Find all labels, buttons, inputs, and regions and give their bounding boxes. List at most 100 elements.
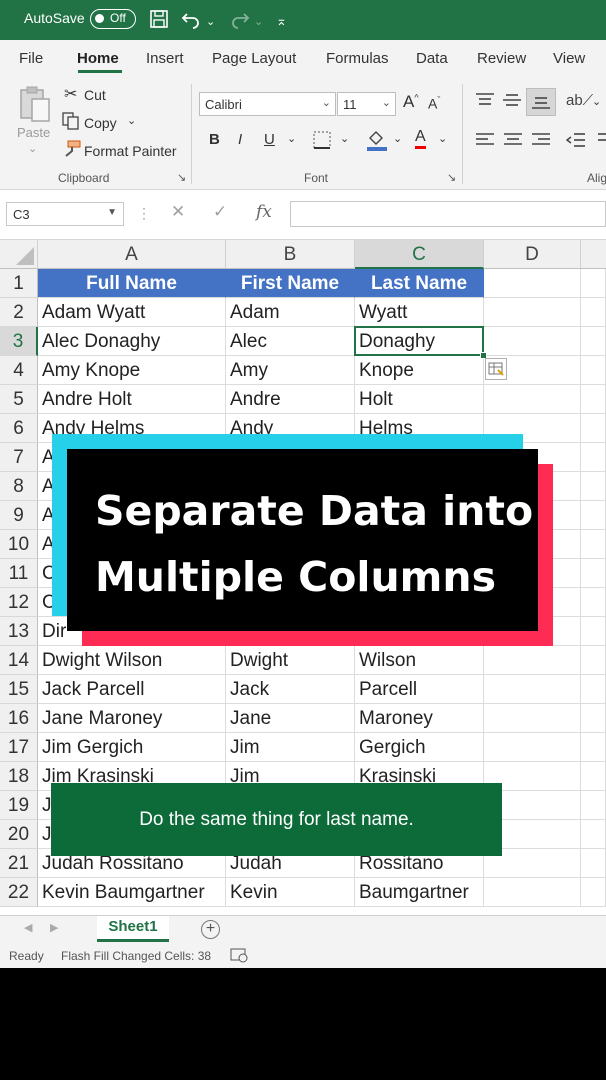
- header-cell[interactable]: Last Name: [355, 269, 484, 298]
- table-cell[interactable]: [581, 559, 606, 588]
- table-cell[interactable]: Alec Donaghy: [38, 327, 226, 356]
- table-cell[interactable]: [581, 849, 606, 878]
- increase-indent-icon[interactable]: [594, 132, 606, 151]
- borders-dropdown-icon[interactable]: ⌄: [340, 132, 349, 145]
- tab-insert[interactable]: Insert: [146, 50, 184, 67]
- font-size-combo[interactable]: 11 ⌄: [337, 92, 396, 116]
- row-header[interactable]: 1: [0, 269, 38, 298]
- cut-icon[interactable]: ✂: [64, 84, 77, 104]
- customize-toolbar-icon[interactable]: ⌅: [276, 11, 287, 31]
- table-cell[interactable]: Andre Holt: [38, 385, 226, 414]
- table-cell[interactable]: [581, 472, 606, 501]
- select-all-corner[interactable]: [0, 240, 38, 269]
- table-cell[interactable]: Jack Parcell: [38, 675, 226, 704]
- row-header[interactable]: 13: [0, 617, 38, 646]
- table-cell[interactable]: Kevin Baumgartner: [38, 878, 226, 907]
- decrease-font-icon[interactable]: Aˇ: [428, 95, 440, 112]
- table-cell[interactable]: Knope: [355, 356, 484, 385]
- paste-label[interactable]: Paste: [17, 125, 50, 140]
- add-sheet-icon[interactable]: +: [201, 920, 220, 939]
- table-cell[interactable]: [581, 820, 606, 849]
- table-cell[interactable]: [581, 733, 606, 762]
- format-painter-label[interactable]: Format Painter: [84, 143, 177, 159]
- align-center-icon[interactable]: [503, 132, 523, 151]
- table-cell[interactable]: Amy: [226, 356, 355, 385]
- align-top-icon[interactable]: [475, 92, 495, 111]
- row-header[interactable]: 18: [0, 762, 38, 791]
- table-cell[interactable]: Dwight Wilson: [38, 646, 226, 675]
- align-bottom-icon[interactable]: [526, 88, 556, 116]
- column-header-a[interactable]: A: [38, 240, 226, 269]
- row-header[interactable]: 15: [0, 675, 38, 704]
- table-cell[interactable]: [484, 327, 581, 356]
- table-cell[interactable]: Parcell: [355, 675, 484, 704]
- flash-fill-options-button[interactable]: [485, 358, 507, 380]
- row-header[interactable]: 19: [0, 791, 38, 820]
- align-middle-icon[interactable]: [502, 92, 522, 111]
- row-header[interactable]: 10: [0, 530, 38, 559]
- confirm-entry-icon[interactable]: ✓: [213, 202, 227, 222]
- formula-input[interactable]: [290, 201, 606, 227]
- column-header-e[interactable]: [581, 240, 606, 269]
- row-header[interactable]: 11: [0, 559, 38, 588]
- table-cell[interactable]: [484, 878, 581, 907]
- table-cell[interactable]: [484, 675, 581, 704]
- table-cell[interactable]: Baumgartner: [355, 878, 484, 907]
- copy-label[interactable]: Copy: [84, 115, 117, 131]
- accessibility-icon[interactable]: [230, 947, 248, 966]
- undo-icon[interactable]: [181, 9, 203, 34]
- table-cell[interactable]: Amy Knope: [38, 356, 226, 385]
- table-cell[interactable]: Jim Gergich: [38, 733, 226, 762]
- row-header[interactable]: 17: [0, 733, 38, 762]
- row-header[interactable]: 9: [0, 501, 38, 530]
- table-cell[interactable]: Alec: [226, 327, 355, 356]
- row-header[interactable]: 4: [0, 356, 38, 385]
- paste-icon[interactable]: [18, 85, 52, 128]
- bold-button[interactable]: B: [209, 131, 220, 148]
- table-cell[interactable]: [581, 414, 606, 443]
- table-cell[interactable]: [581, 356, 606, 385]
- scroll-left-icon[interactable]: ◀: [24, 921, 32, 934]
- row-header[interactable]: 7: [0, 443, 38, 472]
- font-color-dropdown-icon[interactable]: ⌄: [438, 132, 447, 145]
- redo-icon[interactable]: [228, 9, 250, 34]
- table-cell[interactable]: [581, 762, 606, 791]
- fill-color-dropdown-icon[interactable]: ⌄: [393, 132, 402, 145]
- borders-icon[interactable]: [312, 130, 332, 153]
- table-cell[interactable]: Adam Wyatt: [38, 298, 226, 327]
- table-cell[interactable]: Jack: [226, 675, 355, 704]
- orientation-icon[interactable]: ab⟋: [566, 92, 593, 109]
- row-header[interactable]: 14: [0, 646, 38, 675]
- row-header[interactable]: 20: [0, 820, 38, 849]
- underline-dropdown-icon[interactable]: ⌄: [287, 132, 296, 145]
- tab-formulas[interactable]: Formulas: [326, 50, 389, 67]
- header-cell[interactable]: [581, 269, 606, 298]
- table-cell[interactable]: Jane: [226, 704, 355, 733]
- increase-font-icon[interactable]: A^: [403, 92, 419, 112]
- copy-dropdown-icon[interactable]: ⌄: [127, 114, 136, 127]
- tab-page-layout[interactable]: Page Layout: [212, 50, 296, 67]
- header-cell[interactable]: [484, 269, 581, 298]
- redo-dropdown-icon[interactable]: ⌄: [254, 12, 263, 32]
- table-cell[interactable]: [581, 704, 606, 733]
- table-cell[interactable]: Maroney: [355, 704, 484, 733]
- table-cell[interactable]: [581, 878, 606, 907]
- table-cell[interactable]: Jim: [226, 733, 355, 762]
- cancel-entry-icon[interactable]: ✕: [171, 202, 185, 222]
- fill-color-icon[interactable]: [366, 128, 388, 155]
- table-cell[interactable]: Jane Maroney: [38, 704, 226, 733]
- row-header[interactable]: 6: [0, 414, 38, 443]
- italic-button[interactable]: I: [238, 131, 242, 148]
- copy-icon[interactable]: [62, 112, 80, 133]
- undo-dropdown-icon[interactable]: ⌄: [206, 12, 215, 32]
- table-cell[interactable]: [484, 298, 581, 327]
- column-header-c[interactable]: C: [355, 240, 484, 269]
- table-cell[interactable]: Andre: [226, 385, 355, 414]
- font-color-icon[interactable]: A: [415, 128, 426, 149]
- table-cell[interactable]: [581, 501, 606, 530]
- table-cell[interactable]: Gergich: [355, 733, 484, 762]
- table-cell[interactable]: Wyatt: [355, 298, 484, 327]
- table-cell[interactable]: [581, 588, 606, 617]
- table-cell[interactable]: [484, 385, 581, 414]
- autosave-toggle[interactable]: Off: [90, 9, 136, 29]
